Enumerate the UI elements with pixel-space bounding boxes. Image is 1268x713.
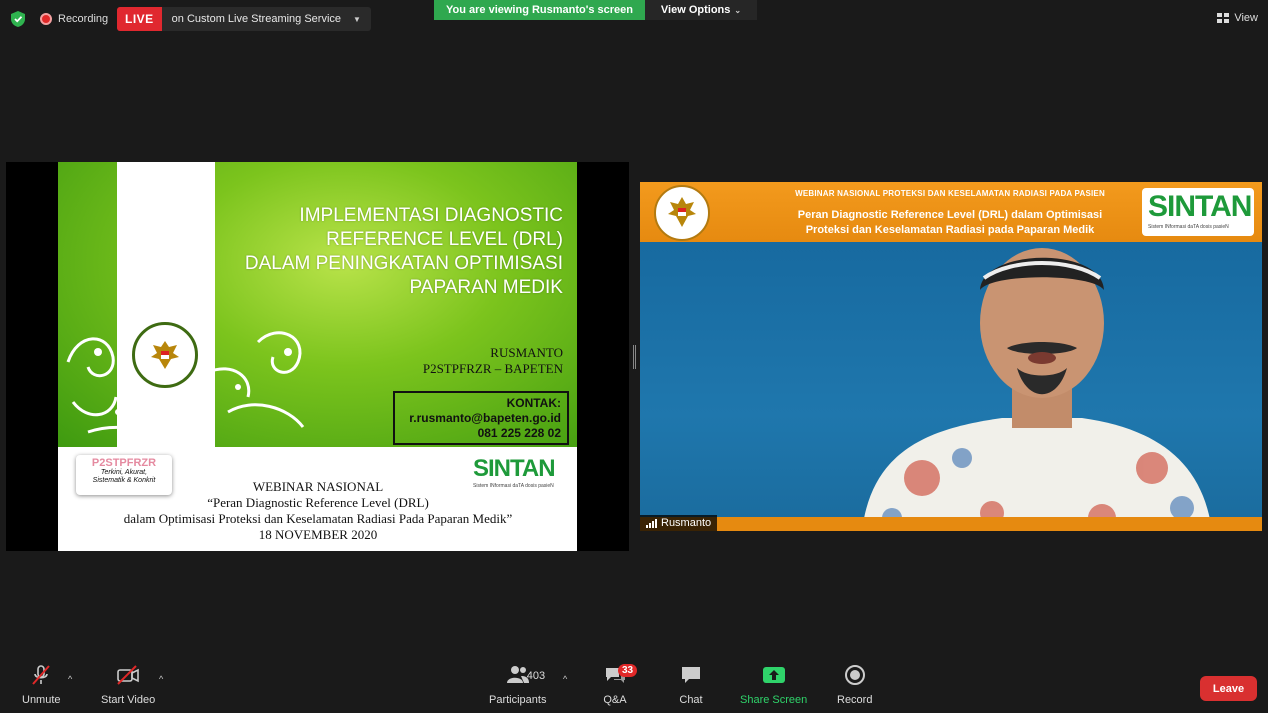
chevron-down-icon: ⌄ [734,5,742,15]
live-service-label: on Custom Live Streaming Service [171,13,342,25]
unmute-button[interactable]: Unmute [22,660,61,706]
sintan-wordmark: SINTAN [1148,190,1252,223]
banner-subtitle-line: Peran Diagnostic Reference Level (DRL) d… [797,209,1103,221]
unmute-label: Unmute [22,694,61,706]
presenter-figure [862,248,1212,531]
live-badge: LIVE [117,7,162,31]
webinar-line: “Peran Diagnostic Reference Level (DRL) [207,495,429,510]
webinar-line: dalam Optimisasi Proteksi dan Keselamata… [123,511,513,526]
participant-video[interactable]: WEBINAR NASIONAL PROTEKSI DAN KESELAMATA… [640,182,1262,531]
recording-indicator[interactable]: Recording [34,8,114,30]
record-icon [840,660,870,690]
p2-sub: Terkini, Akurat, [100,469,148,476]
qa-unread-badge: 33 [618,664,638,677]
microphone-muted-icon [26,660,56,690]
start-video-label: Start Video [101,694,156,706]
leave-button[interactable]: Leave [1200,676,1257,701]
contact-box: KONTAK: r.rusmanto@bapeten.go.id 081 225… [393,391,569,445]
view-options-button[interactable]: View Options ⌄ [645,0,757,20]
contact-phone: 081 225 228 02 [477,426,561,440]
slide-title-line: IMPLEMENTASI DIAGNOSTIC [299,205,563,226]
qa-button[interactable]: 33 Q&A [600,660,638,706]
contact-email: r.rusmanto@bapeten.go.id [409,411,561,425]
caret-down-icon: ▼ [353,14,361,24]
presentation-slide: IMPLEMENTASI DIAGNOSTIC REFERENCE LEVEL … [58,162,577,551]
shared-screen[interactable]: IMPLEMENTASI DIAGNOSTIC REFERENCE LEVEL … [6,162,629,551]
qa-icon: 33 [600,660,638,690]
garuda-icon [151,341,179,369]
recording-dot-icon [40,13,52,25]
garuda-icon [668,197,696,227]
sintan-logo: SINTAN Sistem INformasi daTA dosis pasie… [473,455,565,493]
author-name: RUSMANTO [490,345,563,360]
slide-footer: P2STPFRZR Terkini, Akurat, Sistematik & … [58,447,577,551]
participant-name: Rusmanto [661,517,712,529]
resize-handle[interactable] [633,345,636,369]
video-off-icon [113,660,143,690]
chat-label: Chat [679,694,703,706]
contact-label: KONTAK: [506,396,561,410]
participants-options-chevron-icon[interactable]: ^ [563,674,567,684]
view-layout-button[interactable]: View [1217,8,1258,28]
slide-title: IMPLEMENTASI DIAGNOSTIC REFERENCE LEVEL … [233,204,563,300]
share-screen-button[interactable]: Share Screen [740,660,807,706]
slide-author-block: RUSMANTO P2STPFRZR – BAPETEN [423,345,563,377]
qa-label: Q&A [603,694,627,706]
live-service-dropdown[interactable]: on Custom Live Streaming Service ▼ [162,7,371,31]
recording-label: Recording [58,13,109,25]
video-bottom-stripe [640,517,1262,531]
viewing-screen-banner: You are viewing Rusmanto's screen [434,0,645,20]
start-video-button[interactable]: Start Video [101,660,155,706]
participant-name-tag: Rusmanto [640,515,718,531]
participants-count: 403 [526,670,546,682]
share-screen-label: Share Screen [740,694,808,706]
view-label: View [1234,12,1258,24]
grid-view-icon [1217,13,1230,23]
meeting-toolbar: Unmute ^ Start Video ^ 403 Participants … [0,660,1268,713]
bapeten-emblem [132,322,198,388]
sintan-tagline: Sistem INformasi daTA dosis pasieN [473,483,554,489]
chat-button[interactable]: Chat [676,660,706,706]
chat-bubble-icon [676,660,706,690]
bapeten-logo-icon [654,185,710,241]
security-shield-icon[interactable] [10,10,26,28]
author-affiliation: P2STPFRZR – BAPETEN [422,361,563,376]
participants-button[interactable]: 403 Participants [489,660,546,706]
banner-title: WEBINAR NASIONAL PROTEKSI DAN KESELAMATA… [795,189,1105,198]
sintan-wordmark: SINTAN [473,455,556,482]
record-button[interactable]: Record [837,660,872,706]
audio-options-chevron-icon[interactable]: ^ [68,674,72,684]
share-screen-icon [759,660,789,690]
slide-title-line: PAPARAN MEDIK [409,277,563,298]
p2-title: P2STPFRZR [91,457,157,469]
record-label: Record [837,694,873,706]
webinar-date: 18 NOVEMBER 2020 [258,527,378,542]
participants-label: Participants [489,694,547,706]
view-options-label: View Options [660,4,731,16]
signal-strength-icon [646,518,657,528]
zoom-meeting-window: Recording LIVE on Custom Live Streaming … [0,0,1268,713]
slide-title-line: DALAM PENINGKATAN OPTIMISASI [244,253,563,274]
video-options-chevron-icon[interactable]: ^ [159,674,163,684]
slide-title-line: REFERENCE LEVEL (DRL) [326,229,563,250]
live-stream-indicator[interactable]: LIVE on Custom Live Streaming Service ▼ [117,7,371,31]
participants-icon: 403 [503,660,545,690]
